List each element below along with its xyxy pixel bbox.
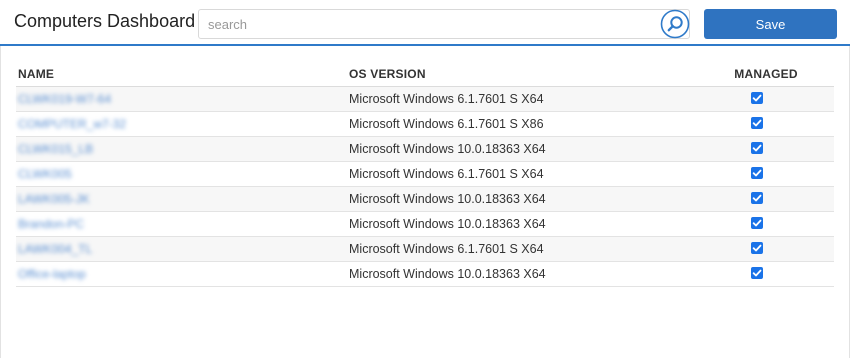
checkmark-icon xyxy=(752,94,762,102)
os-version-cell: Microsoft Windows 6.1.7601 S X64 xyxy=(349,92,544,106)
managed-checkbox[interactable] xyxy=(751,167,763,179)
os-version-cell: Microsoft Windows 6.1.7601 S X64 xyxy=(349,242,544,256)
computer-name-link[interactable]: COMPUTER_w7-32 xyxy=(18,117,126,131)
computer-name-link[interactable]: Brandon-PC xyxy=(18,217,84,231)
checkmark-icon xyxy=(752,194,762,202)
checkmark-icon xyxy=(752,119,762,127)
search-icon xyxy=(660,9,690,39)
search-button[interactable] xyxy=(660,9,690,39)
computer-name-link[interactable]: CLWK019-W7-64 xyxy=(18,92,111,106)
os-version-cell: Microsoft Windows 10.0.18363 X64 xyxy=(349,217,546,231)
table-row: LAWK005-JK Microsoft Windows 10.0.18363 X… xyxy=(16,187,834,212)
table-body: CLWK019-W7-64 Microsoft Windows 6.1.7601 … xyxy=(16,87,834,287)
managed-checkbox[interactable] xyxy=(751,92,763,104)
column-header-managed[interactable]: MANAGED xyxy=(724,67,808,81)
managed-checkbox[interactable] xyxy=(751,217,763,229)
table-row: CLWK015_LB Microsoft Windows 10.0.18363 X… xyxy=(16,137,834,162)
table-header: NAME OS VERSION MANAGED xyxy=(16,64,834,87)
column-header-os-version[interactable]: OS VERSION xyxy=(349,67,426,81)
checkmark-icon xyxy=(752,144,762,152)
checkmark-icon xyxy=(752,219,762,227)
os-version-cell: Microsoft Windows 6.1.7601 S X86 xyxy=(349,117,544,131)
column-header-name[interactable]: NAME xyxy=(18,67,54,81)
managed-checkbox[interactable] xyxy=(751,242,763,254)
table-row: CLWK019-W7-64 Microsoft Windows 6.1.7601 … xyxy=(16,87,834,112)
os-version-cell: Microsoft Windows 6.1.7601 S X64 xyxy=(349,167,544,181)
search-input[interactable] xyxy=(199,10,654,38)
os-version-cell: Microsoft Windows 10.0.18363 X64 xyxy=(349,192,546,206)
table-row: COMPUTER_w7-32 Microsoft Windows 6.1.7601… xyxy=(16,112,834,137)
computer-name-link[interactable]: LAWK004_TL xyxy=(18,242,92,256)
header-bar: Computers Dashboard Save xyxy=(0,0,850,46)
computer-name-link[interactable]: CLWK005 xyxy=(18,167,72,181)
search-box xyxy=(198,9,690,39)
table-row: Brandon-PC Microsoft Windows 10.0.18363 X… xyxy=(16,212,834,237)
computer-name-link[interactable]: CLWK015_LB xyxy=(18,142,93,156)
save-button[interactable]: Save xyxy=(704,9,837,39)
managed-checkbox[interactable] xyxy=(751,142,763,154)
table-row: CLWK005 Microsoft Windows 6.1.7601 S X64 xyxy=(16,162,834,187)
managed-checkbox[interactable] xyxy=(751,192,763,204)
managed-checkbox[interactable] xyxy=(751,267,763,279)
table-row: Office-laptop Microsoft Windows 10.0.1836… xyxy=(16,262,834,287)
computer-name-link[interactable]: LAWK005-JK xyxy=(18,192,90,206)
checkmark-icon xyxy=(752,269,762,277)
page-title: Computers Dashboard xyxy=(14,11,196,31)
computer-name-link[interactable]: Office-laptop xyxy=(18,267,86,281)
checkmark-icon xyxy=(752,169,762,177)
computers-table: NAME OS VERSION MANAGED CLWK019-W7-64 Mic… xyxy=(16,64,834,287)
os-version-cell: Microsoft Windows 10.0.18363 X64 xyxy=(349,267,546,281)
managed-checkbox[interactable] xyxy=(751,117,763,129)
os-version-cell: Microsoft Windows 10.0.18363 X64 xyxy=(349,142,546,156)
table-row: LAWK004_TL Microsoft Windows 6.1.7601 S X… xyxy=(16,237,834,262)
checkmark-icon xyxy=(752,244,762,252)
